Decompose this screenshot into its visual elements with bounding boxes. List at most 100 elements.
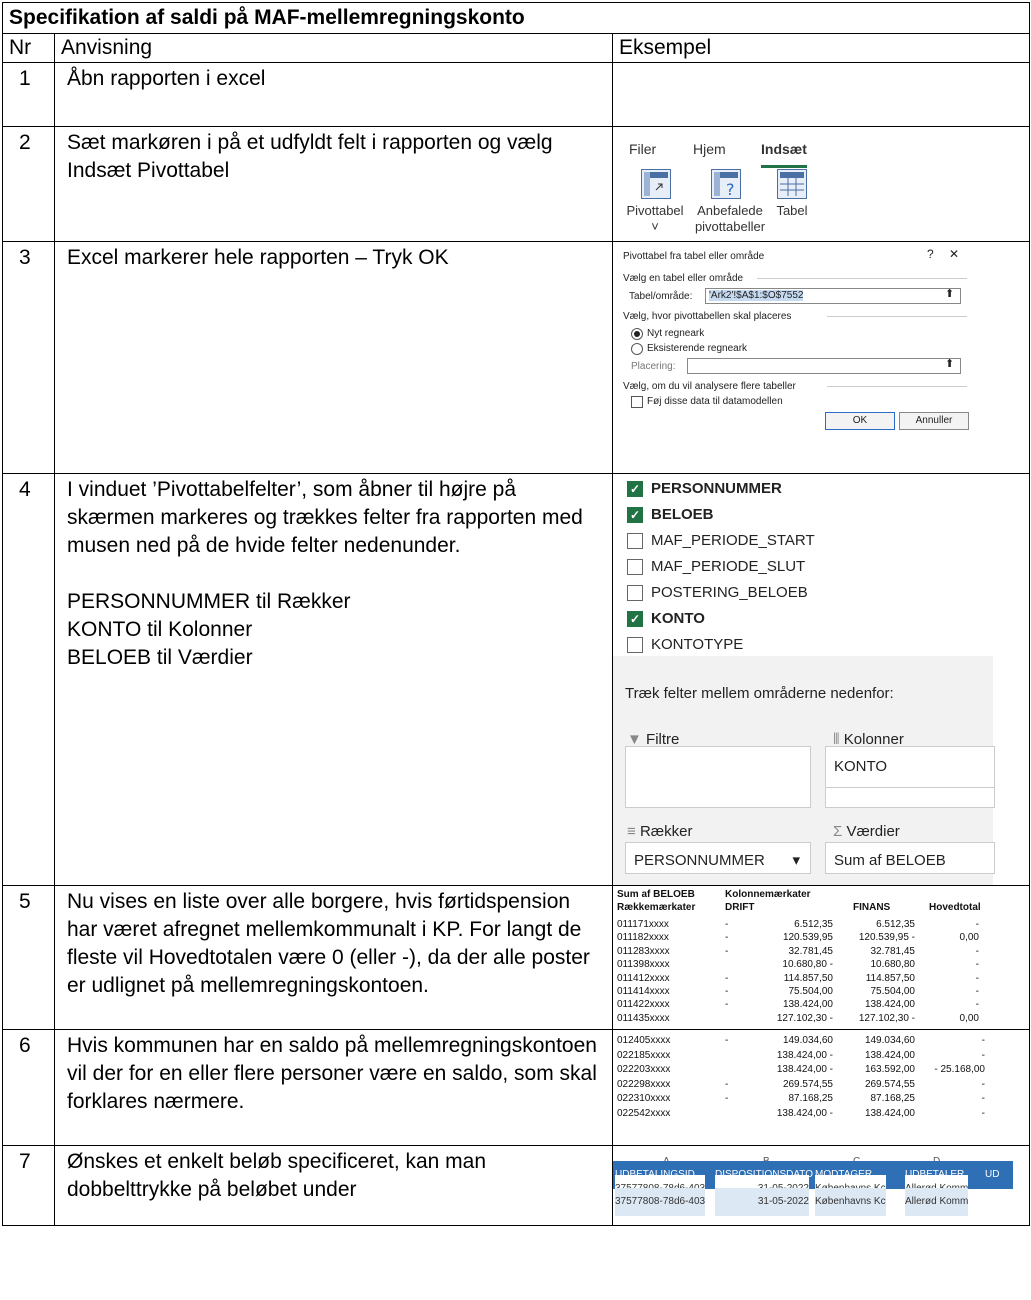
pivot-cell: 011182xxxx bbox=[617, 932, 669, 944]
filters-drop-area[interactable] bbox=[625, 746, 811, 808]
columns-field-konto[interactable]: KONTO bbox=[826, 747, 994, 788]
example-ribbon: Filer Hjem Indsæt ? Pivottabel ˅ Anbefal… bbox=[611, 126, 1031, 242]
pivot-cell: 120.539,95 bbox=[782, 932, 833, 944]
pivot-cell: 011171xxxx bbox=[617, 919, 669, 930]
row-nr: 5 bbox=[2, 885, 55, 1030]
table-icon[interactable] bbox=[777, 169, 807, 199]
rows-drop-area[interactable]: PERSONNUMMER ▾ bbox=[625, 842, 811, 874]
pivot-cell: 6.512,35 bbox=[876, 919, 915, 930]
columns-drop-area[interactable]: KONTO bbox=[825, 746, 995, 808]
tab-hjem[interactable]: Hjem bbox=[693, 135, 726, 163]
pivot-cell: Allerød Komm bbox=[905, 1188, 969, 1216]
range-input[interactable]: 'Ark2'!$A$1:$O$7552 bbox=[705, 288, 961, 304]
collapse-range-icon[interactable]: ⬆ bbox=[945, 288, 954, 301]
pivot-cell: 75.504,00 bbox=[788, 986, 834, 997]
pivot-cell: 0,00 bbox=[959, 1012, 979, 1024]
instruction-step: KONTO til Kolonner bbox=[67, 618, 253, 641]
field-name: BELOEB bbox=[651, 506, 714, 523]
pivot-cell: - bbox=[981, 1049, 985, 1061]
pivot-cell: Sum af BELOEB bbox=[617, 889, 695, 900]
pivot-cell: - bbox=[725, 1093, 729, 1104]
range-value: 'Ark2'!$A$1:$O$7552 bbox=[709, 290, 804, 301]
placement-input[interactable] bbox=[687, 358, 961, 374]
field-checkbox[interactable] bbox=[627, 608, 643, 630]
section-multiple-tables: Vælg, om du vil analysere flere tabeller bbox=[623, 381, 796, 392]
field-name: MAF_PERIODE_SLUT bbox=[651, 558, 806, 575]
field-list-item[interactable]: KONTOTYPE bbox=[627, 634, 743, 656]
instruction-step: PERSONNUMMER til Rækker bbox=[67, 590, 351, 613]
field-list-item[interactable]: PERSONNUMMER bbox=[627, 478, 782, 500]
pivot-cell: - bbox=[725, 986, 729, 997]
field-list-item[interactable]: MAF_PERIODE_START bbox=[627, 530, 815, 552]
row-instruction-cell: I vinduet ’Pivottabelfelter’, som åbner … bbox=[54, 473, 613, 886]
section-placement: Vælg, hvor pivottabellen skal placeres bbox=[623, 311, 792, 322]
pivot-cell: 31-05-2022 bbox=[715, 1188, 809, 1216]
row-instruction: Ønskes et enkelt beløb specificeret, kan… bbox=[54, 1145, 613, 1226]
range-label: Tabel/område: bbox=[629, 291, 693, 302]
help-icon[interactable]: ? bbox=[927, 248, 934, 261]
values-drop-area[interactable]: Sum af BELOEB bbox=[825, 842, 995, 874]
row-instruction: I vinduet ’Pivottabelfelter’, som åbner … bbox=[67, 478, 583, 557]
pivot-cell: 138.424,00 bbox=[864, 1107, 915, 1119]
pivot-cell: 127.102,30 - bbox=[776, 1012, 833, 1024]
row-nr: 3 bbox=[2, 241, 55, 474]
pivot-cell: Kolonnemærkater bbox=[725, 889, 811, 900]
example-pivot-result: Sum af BELOEB Kolonnemærkater Rækkemærkate… bbox=[611, 885, 1031, 1030]
pivot-cell: 138.424,00 bbox=[864, 999, 915, 1011]
example-empty bbox=[611, 62, 1031, 127]
collapse-placement-icon[interactable]: ⬆ bbox=[945, 358, 954, 371]
field-checkbox[interactable] bbox=[627, 533, 643, 550]
tab-indsaet[interactable]: Indsæt bbox=[761, 135, 807, 168]
field-list-item[interactable]: MAF_PERIODE_SLUT bbox=[627, 556, 805, 578]
field-checkbox[interactable] bbox=[627, 504, 643, 526]
tab-filer[interactable]: Filer bbox=[629, 135, 656, 163]
values-field-sum-beloeb[interactable]: Sum af BELOEB bbox=[826, 843, 994, 879]
row-instruction: Åbn rapporten i excel bbox=[54, 62, 613, 127]
radio-new-sheet[interactable] bbox=[631, 328, 643, 340]
datamodel-label: Føj disse data til datamodellen bbox=[647, 396, 783, 407]
field-list-item[interactable]: BELOEB bbox=[627, 504, 714, 526]
pivot-cell: 138.424,00 - bbox=[776, 1064, 833, 1075]
pivot-cell: 011412xxxx bbox=[617, 972, 670, 984]
ok-button[interactable]: OK bbox=[825, 412, 895, 430]
pivot-cell: 138.424,00 bbox=[864, 1049, 915, 1061]
field-checkbox[interactable] bbox=[627, 585, 643, 602]
table-button-label[interactable]: Tabel bbox=[771, 203, 813, 219]
excel-ribbon: Filer Hjem Indsæt ? Pivottabel ˅ Anbefal… bbox=[621, 127, 846, 241]
pivottable-icon[interactable] bbox=[641, 169, 671, 199]
radio-existing-sheet[interactable] bbox=[631, 343, 643, 355]
close-icon[interactable]: ✕ bbox=[949, 248, 959, 261]
field-checkbox[interactable] bbox=[627, 478, 643, 500]
pivot-cell: 120.539,95 - bbox=[858, 932, 915, 944]
pivot-cell: 87.168,25 bbox=[788, 1093, 834, 1104]
recommended-pivot-icon[interactable]: ? bbox=[711, 169, 741, 199]
pivot-cell: Københavns Kc bbox=[815, 1188, 886, 1216]
pivot-cell: FINANS bbox=[853, 902, 891, 913]
chevron-down-icon[interactable]: ▾ bbox=[792, 847, 800, 875]
pivot-cell: 32.781,45 bbox=[870, 945, 916, 957]
pivot-cell: - bbox=[981, 1078, 985, 1090]
example-fields-panel: PERSONNUMMER BELOEB MAF_PERIODE_START MAF_P… bbox=[611, 473, 1031, 886]
pivot-cell: 6.512,35 bbox=[794, 919, 833, 930]
pivot-cell: 138.424,00 - bbox=[776, 1107, 833, 1119]
pivot-table: 012405xxxx - 149.034,60 149.034,60 - 022185xx… bbox=[614, 1031, 993, 1145]
field-checkbox[interactable] bbox=[627, 559, 643, 576]
pivottable-button-label[interactable]: Pivottabel ˅ bbox=[621, 203, 689, 235]
divider bbox=[827, 316, 967, 317]
pivot-cell: - bbox=[725, 932, 729, 944]
datamodel-checkbox[interactable] bbox=[631, 396, 643, 408]
section-select-table: Vælg en tabel eller område bbox=[623, 273, 744, 284]
field-name: MAF_PERIODE_START bbox=[651, 532, 815, 549]
field-list-item[interactable]: KONTO bbox=[627, 608, 705, 630]
pivot-cell: 011435xxxx bbox=[617, 1012, 670, 1024]
pivot-cell: - bbox=[981, 1035, 985, 1046]
table-title: Specifikation af saldi på MAF-mellemregn… bbox=[1, 2, 1031, 34]
cancel-button[interactable]: Annuller bbox=[899, 412, 969, 430]
field-list-item[interactable]: POSTERING_BELOEB bbox=[627, 582, 808, 604]
drag-hint: Træk felter mellem områderne nedenfor: bbox=[625, 685, 894, 702]
placement-label: Placering: bbox=[631, 361, 676, 372]
pivot-cell: 10.680,80 - bbox=[782, 959, 833, 971]
rows-field-personnummer[interactable]: PERSONNUMMER ▾ bbox=[626, 843, 810, 879]
field-checkbox[interactable] bbox=[627, 637, 643, 654]
recommended-pivot-button-label[interactable]: Anbefalede pivottabeller bbox=[691, 203, 769, 235]
